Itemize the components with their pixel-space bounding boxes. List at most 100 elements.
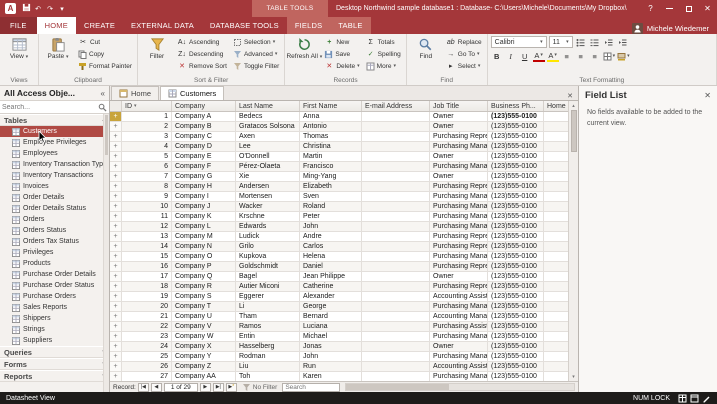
table-cell[interactable]: 4 [122,142,172,152]
column-header[interactable]: Last Name▾ [236,101,300,111]
row-expand-toggle[interactable]: + [110,362,122,372]
table-cell[interactable]: Company S [172,292,236,302]
table-cell[interactable]: (123)555-0100 [488,342,544,352]
table-cell[interactable]: Company P [172,262,236,272]
table-cell[interactable]: Sven [300,192,362,202]
nav-group-reports[interactable]: Reports▾ [0,370,109,382]
row-expand-toggle[interactable]: + [110,252,122,262]
column-header[interactable]: E-mail Address▾ [362,101,430,111]
table-cell[interactable] [362,292,430,302]
table-cell[interactable]: Krschne [236,212,300,222]
table-cell[interactable] [362,152,430,162]
nav-table-item[interactable]: Purchase Order Status [0,280,109,291]
table-cell[interactable] [362,302,430,312]
nav-group-forms[interactable]: Forms▾ [0,358,109,370]
table-cell[interactable] [544,162,568,172]
row-expand-toggle[interactable]: + [110,142,122,152]
table-cell[interactable] [362,192,430,202]
table-cell[interactable]: Owner [430,172,488,182]
table-cell[interactable]: Thomas [300,132,362,142]
table-row[interactable]: + 24 Company X Hasselberg Jonas Owner (123)55… [110,342,568,352]
table-cell[interactable]: Michael [300,332,362,342]
table-cell[interactable]: Owner [430,342,488,352]
tab-database-tools[interactable]: DATABASE TOOLS [202,17,287,34]
nav-table-item[interactable]: Purchase Order Details [0,269,109,280]
table-cell[interactable]: Purchasing Manager [430,252,488,262]
table-cell[interactable]: Carlos [300,242,362,252]
table-cell[interactable] [362,282,430,292]
table-cell[interactable]: Company V [172,322,236,332]
table-cell[interactable] [544,172,568,182]
spelling-button[interactable]: ✓ Spelling [364,48,403,60]
align-right-button[interactable]: ≡ [589,50,601,62]
nav-table-item[interactable]: Inventory Transaction Types [0,159,109,170]
row-expand-toggle[interactable]: + [110,282,122,292]
toggle-filter-button[interactable]: Toggle Filter [231,60,281,72]
table-cell[interactable]: Purchasing Representative [430,182,488,192]
table-cell[interactable] [544,292,568,302]
nav-table-item[interactable]: Employee Privileges [0,137,109,148]
refresh-all-button[interactable]: Refresh All ▾ [286,36,322,75]
table-cell[interactable]: 7 [122,172,172,182]
row-expand-toggle[interactable]: + [110,162,122,172]
table-cell[interactable]: Liu [236,362,300,372]
table-row[interactable]: + 4Company DLeeChristina Purchasing Manag… [110,142,568,152]
table-cell[interactable]: 10 [122,202,172,212]
table-row[interactable]: + 17 Company Q Bagel Jean Philippe Owner (123… [110,272,568,282]
italic-button[interactable]: I [505,50,517,62]
totals-button[interactable]: Σ Totals [364,36,403,48]
table-cell[interactable]: Accounting Assistant [430,362,488,372]
highlight-color-button[interactable]: A ▾ [546,51,559,62]
table-cell[interactable]: Purchasing Manager [430,162,488,172]
tab-external-data[interactable]: EXTERNAL DATA [123,17,202,34]
nav-table-item[interactable]: Strings [0,324,109,335]
table-cell[interactable] [544,232,568,242]
table-cell[interactable]: Company I [172,192,236,202]
scroll-up-icon[interactable]: ▴ [572,101,575,110]
row-expand-toggle[interactable]: + [110,122,122,132]
tab-home-document[interactable]: Home [111,86,160,100]
table-cell[interactable]: Owner [430,122,488,132]
table-cell[interactable]: 9 [122,192,172,202]
table-cell[interactable]: Grilo [236,242,300,252]
filter-indicator[interactable]: No Filter [239,383,281,392]
table-cell[interactable]: Company O [172,252,236,262]
table-cell[interactable] [544,352,568,362]
qat-customize-icon[interactable]: ▾ [56,5,68,13]
table-cell[interactable]: Elizabeth [300,182,362,192]
table-cell[interactable]: 25 [122,352,172,362]
nav-scrollbar[interactable] [103,114,109,392]
table-cell[interactable] [544,242,568,252]
nav-group-tables[interactable]: Tables▴ [0,114,109,126]
table-cell[interactable]: Jean Philippe [300,272,362,282]
row-expand-toggle[interactable]: + [110,272,122,282]
record-search-input[interactable] [282,382,341,392]
row-expand-toggle[interactable]: + [110,152,122,162]
table-cell[interactable] [544,202,568,212]
row-expand-toggle[interactable]: + [110,302,122,312]
table-cell[interactable]: Purchasing Manager [430,192,488,202]
nav-table-item[interactable]: Order Details [0,192,109,203]
row-expand-toggle[interactable]: + [110,242,122,252]
table-row[interactable]: + 18 Company R Autier Miconi Catherine Purch… [110,282,568,292]
table-cell[interactable]: 6 [122,162,172,172]
table-cell[interactable]: (123)555-0100 [488,212,544,222]
table-cell[interactable]: Company W [172,332,236,342]
table-cell[interactable] [544,372,568,381]
table-cell[interactable] [362,112,430,122]
table-cell[interactable]: (123)555-0100 [488,352,544,362]
table-cell[interactable]: Jonas [300,342,362,352]
undo-icon[interactable]: ↶ [32,5,44,13]
table-cell[interactable] [544,182,568,192]
column-header[interactable]: Home Pho...▾ [544,101,568,111]
nav-table-item[interactable]: Orders Tax Status [0,236,109,247]
row-expand-toggle[interactable]: + [110,222,122,232]
table-cell[interactable]: Purchasing Representative [430,262,488,272]
table-cell[interactable] [362,212,430,222]
align-left-button[interactable]: ≡ [561,50,573,62]
table-cell[interactable]: John [300,222,362,232]
table-cell[interactable]: Bagel [236,272,300,282]
table-cell[interactable]: Andre [300,232,362,242]
table-cell[interactable]: Toh [236,372,300,381]
table-cell[interactable]: Purchasing Manager [430,302,488,312]
